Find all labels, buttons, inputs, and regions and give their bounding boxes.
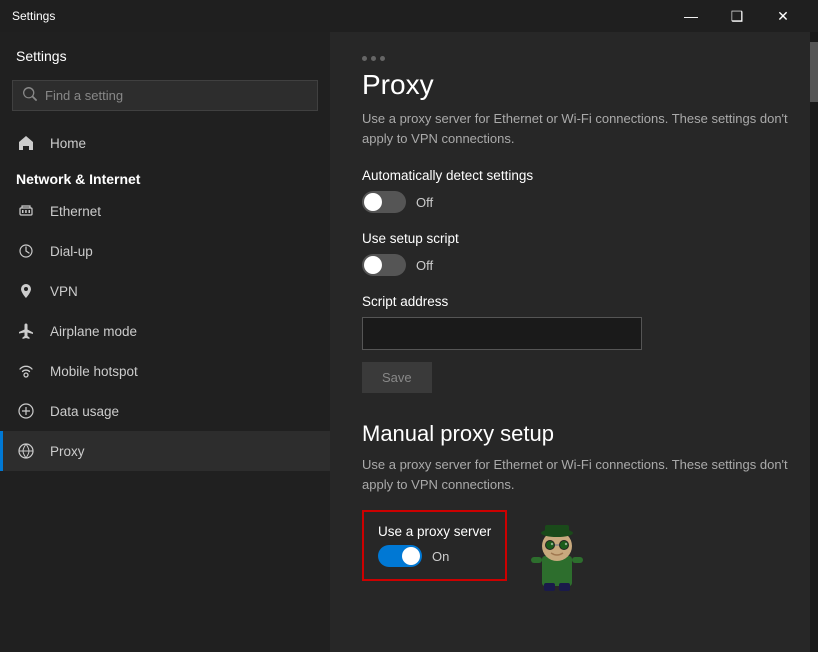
auto-detect-desc: Use a proxy server for Ethernet or Wi-Fi… [362, 109, 794, 148]
sidebar-item-vpn-label: VPN [50, 284, 78, 299]
minimize-button[interactable]: — [668, 0, 714, 32]
proxy-icon [16, 441, 36, 461]
sidebar-item-ethernet-label: Ethernet [50, 204, 101, 219]
dialup-icon [16, 241, 36, 261]
sidebar-item-proxy[interactable]: Proxy [0, 431, 330, 471]
sidebar-item-vpn[interactable]: VPN [0, 271, 330, 311]
scroll-indicator [362, 56, 794, 61]
use-proxy-label: Use a proxy server [378, 524, 491, 539]
sidebar-item-datausage[interactable]: Data usage [0, 391, 330, 431]
vpn-icon [16, 281, 36, 301]
mascot-image [527, 521, 587, 591]
auto-detect-label: Automatically detect settings [362, 168, 794, 183]
data-icon [16, 401, 36, 421]
content-area: Proxy Use a proxy server for Ethernet or… [330, 32, 818, 652]
sidebar-header: Settings [0, 32, 330, 72]
scrollbar-track[interactable] [810, 32, 818, 652]
manual-proxy-desc: Use a proxy server for Ethernet or Wi-Fi… [362, 455, 794, 494]
save-button[interactable]: Save [362, 362, 432, 393]
use-proxy-state: On [432, 549, 449, 564]
sidebar-item-proxy-label: Proxy [50, 444, 85, 459]
sidebar-item-hotspot-label: Mobile hotspot [50, 364, 138, 379]
use-proxy-container: Use a proxy server On [362, 510, 507, 581]
auto-detect-toggle[interactable] [362, 191, 406, 213]
search-box[interactable] [12, 80, 318, 111]
setup-script-state: Off [416, 258, 433, 273]
manual-proxy-title: Manual proxy setup [362, 421, 794, 447]
airplane-icon [16, 321, 36, 341]
sidebar-item-home[interactable]: Home [0, 123, 330, 163]
auto-detect-state: Off [416, 195, 433, 210]
search-input[interactable] [45, 88, 307, 103]
proxy-server-box: Use a proxy server On [362, 510, 507, 581]
home-icon [16, 133, 36, 153]
scrollbar-thumb[interactable] [810, 42, 818, 102]
setup-script-knob [364, 256, 382, 274]
setup-script-toggle-row: Off [362, 254, 794, 276]
use-proxy-knob [402, 547, 420, 565]
sidebar-item-datausage-label: Data usage [50, 404, 119, 419]
setup-script-toggle[interactable] [362, 254, 406, 276]
title-bar: Settings — ❑ ✕ [0, 0, 818, 32]
setup-script-label: Use setup script [362, 231, 794, 246]
sidebar-item-hotspot[interactable]: Mobile hotspot [0, 351, 330, 391]
sidebar-item-dialup-label: Dial-up [50, 244, 93, 259]
page-title: Proxy [362, 69, 794, 101]
app-title: Settings [12, 9, 55, 23]
window-controls: — ❑ ✕ [668, 0, 806, 32]
maximize-button[interactable]: ❑ [714, 0, 760, 32]
use-proxy-toggle[interactable] [378, 545, 422, 567]
sidebar-item-airplane[interactable]: Airplane mode [0, 311, 330, 351]
auto-detect-toggle-row: Off [362, 191, 794, 213]
auto-detect-knob [364, 193, 382, 211]
script-address-input[interactable] [362, 317, 642, 350]
sidebar-item-dialup[interactable]: Dial-up [0, 231, 330, 271]
app-body: Settings Home Network & Internet Etherne… [0, 32, 818, 652]
network-section-label: Network & Internet [0, 163, 330, 191]
hotspot-icon [16, 361, 36, 381]
close-button[interactable]: ✕ [760, 0, 806, 32]
ethernet-icon [16, 201, 36, 221]
script-address-label: Script address [362, 294, 794, 309]
content-inner: Proxy Use a proxy server for Ethernet or… [330, 32, 818, 605]
search-icon [23, 87, 37, 104]
sidebar-item-ethernet[interactable]: Ethernet [0, 191, 330, 231]
sidebar: Settings Home Network & Internet Etherne… [0, 32, 330, 652]
sidebar-item-home-label: Home [50, 136, 86, 151]
use-proxy-toggle-row: On [378, 545, 491, 567]
sidebar-item-airplane-label: Airplane mode [50, 324, 137, 339]
